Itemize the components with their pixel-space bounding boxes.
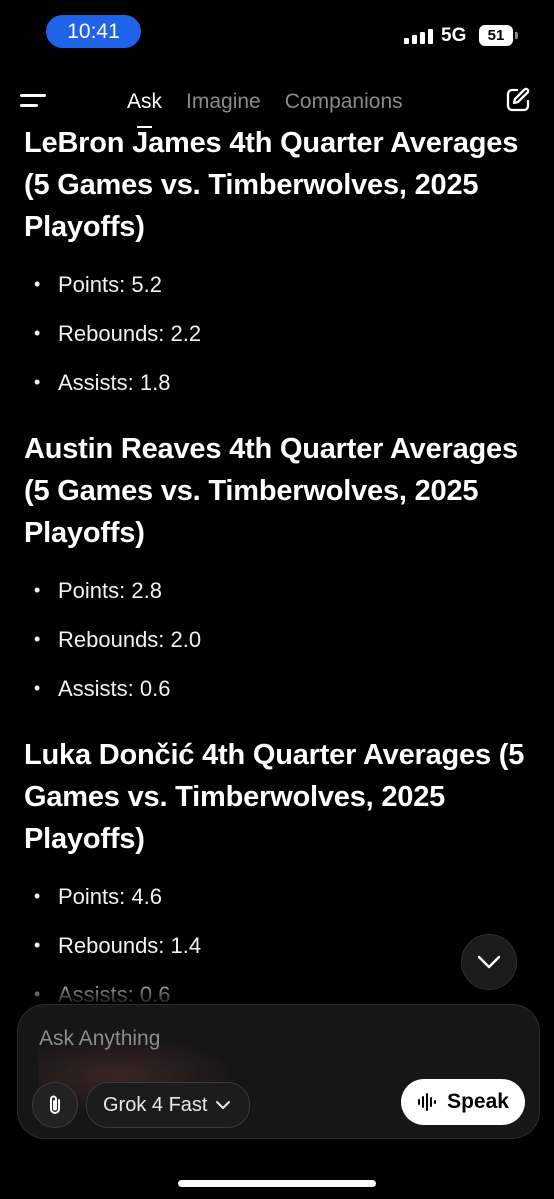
list-item: Rebounds: 1.4 [24,921,530,970]
menu-icon[interactable] [20,94,46,108]
scroll-down-button[interactable] [461,934,517,990]
mode-tabs: Ask Imagine Companions [127,90,403,128]
section-heading: Austin Reaves 4th Quarter Averages (5 Ga… [24,433,518,549]
section-heading: Luka Dončić 4th Quarter Averages (5 Game… [24,739,525,855]
battery-level: 51 [487,27,505,44]
player-section: LeBron James 4th Quarter Averages (5 Gam… [24,122,530,407]
list-item: Points: 5.2 [24,260,530,309]
network-type: 5G [441,25,467,46]
list-item: Rebounds: 2.0 [24,615,530,664]
home-indicator [178,1180,376,1187]
composer: Ask Anything Grok 4 Fast Speak [17,1004,540,1139]
list-item: Rebounds: 2.2 [24,309,530,358]
chat-response: LeBron James 4th Quarter Averages (5 Gam… [24,122,530,1002]
list-item: Assists: 0.6 [24,664,530,713]
status-time: 10:41 [46,15,141,48]
list-item: Assists: 1.8 [24,358,530,407]
list-item: Points: 2.8 [24,566,530,615]
tab-ask[interactable]: Ask [127,90,162,128]
model-label: Grok 4 Fast [103,1093,208,1116]
tab-imagine[interactable]: Imagine [186,90,261,114]
tab-companions[interactable]: Companions [285,90,403,114]
battery-icon: 51 [479,25,518,46]
section-heading: LeBron James 4th Quarter Averages (5 Gam… [24,127,519,243]
model-selector[interactable]: Grok 4 Fast [86,1082,251,1128]
cellular-signal-icon [404,29,433,44]
chevron-down-icon [216,1101,231,1109]
ask-input[interactable]: Ask Anything [39,1027,160,1051]
player-section: Austin Reaves 4th Quarter Averages (5 Ga… [24,428,530,713]
stat-list: Points: 5.2 Rebounds: 2.2 Assists: 1.8 [24,260,530,407]
speak-label: Speak [447,1090,509,1113]
waveform-icon [418,1093,437,1111]
paperclip-icon [50,1095,60,1114]
player-section: Luka Dončić 4th Quarter Averages (5 Game… [24,734,530,1002]
list-item: Points: 4.6 [24,872,530,921]
stat-list: Points: 2.8 Rebounds: 2.0 Assists: 0.6 [24,566,530,713]
chevron-down-icon [477,955,501,969]
list-item: Assists: 0.6 [24,970,530,1002]
speak-button[interactable]: Speak [401,1079,525,1125]
status-bar: 10:41 5G 51 [0,0,554,64]
attach-button[interactable] [32,1082,78,1128]
new-chat-icon[interactable] [504,86,532,114]
stat-list: Points: 4.6 Rebounds: 1.4 Assists: 0.6 [24,872,530,1002]
